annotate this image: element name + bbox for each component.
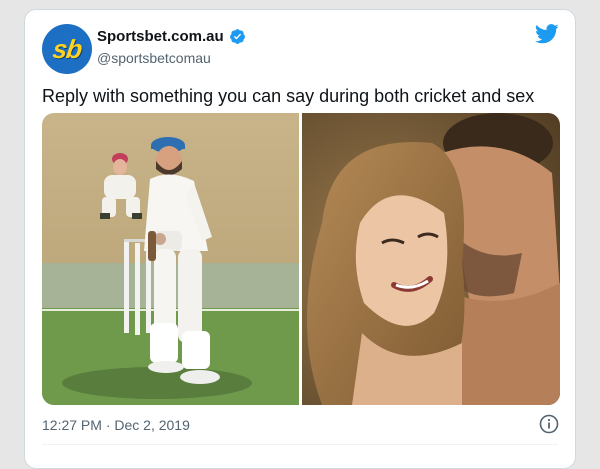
tweet-card: sb Sportsbet.com.au @sportsbetcomau Repl… [24,9,576,469]
tweet-text: Reply with something you can say during … [42,86,535,106]
display-name-row[interactable]: Sportsbet.com.au [97,28,246,45]
verified-badge-icon [229,29,245,44]
cricket-photo[interactable] [42,113,299,405]
divider [42,444,558,445]
couple-photo[interactable] [302,113,560,405]
avatar-logo-text: sb [50,33,84,64]
display-name[interactable]: Sportsbet.com.au [97,28,224,45]
avatar[interactable]: sb [42,24,92,74]
user-handle[interactable]: @sportsbetcomau [97,50,211,66]
twitter-bird-icon[interactable] [535,24,559,44]
tweet-timestamp[interactable]: 12:27 PM · Dec 2, 2019 [42,417,190,433]
info-icon[interactable] [539,414,559,434]
tweet-media[interactable] [42,113,560,405]
